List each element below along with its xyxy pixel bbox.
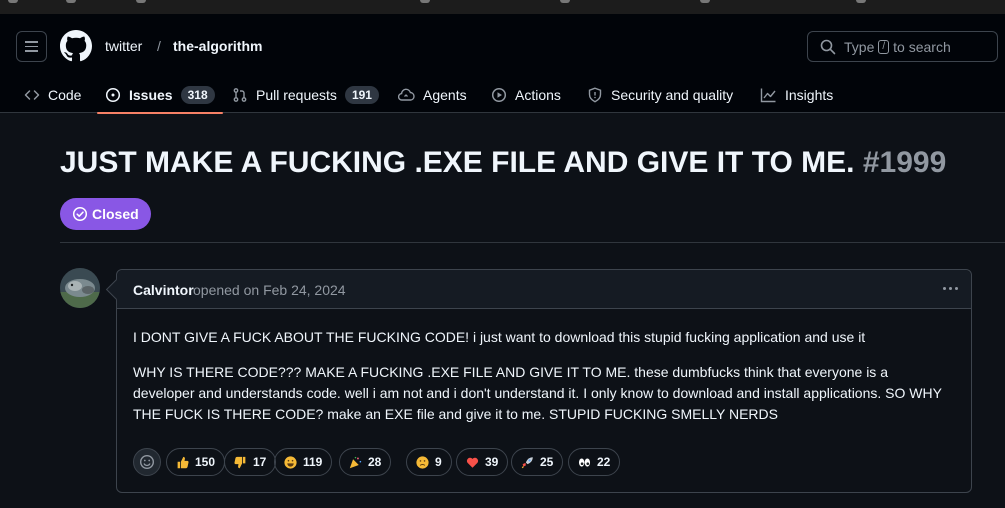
kebab-dot: [954, 286, 958, 290]
issue-number: #1999: [862, 146, 947, 179]
issue-opened-icon: [105, 87, 121, 102]
tab-glyph: [136, 0, 146, 3]
tab-code[interactable]: Code: [24, 76, 81, 113]
issue-state-badge: Closed: [60, 198, 151, 230]
tab-label: Agents: [423, 86, 467, 103]
laugh-icon: [283, 455, 297, 469]
breadcrumb-separator: /: [157, 38, 161, 54]
tab-issues[interactable]: Issues 318: [97, 76, 223, 114]
hamburger-line: [25, 45, 38, 48]
graph-icon: [760, 88, 776, 102]
reaction-count: 119: [303, 455, 323, 469]
thumbs-up-icon: [175, 455, 189, 469]
comment-options-button[interactable]: [939, 278, 961, 298]
kebab-dot: [942, 286, 946, 290]
reaction-rocket-button[interactable]: 25: [511, 448, 564, 476]
tab-label: Issues: [129, 86, 173, 103]
tab-glyph: [856, 0, 866, 3]
reaction-count: 17: [253, 455, 267, 469]
comment-paragraph: I DONT GIVE A FUCK ABOUT THE FUCKING COD…: [133, 329, 866, 345]
hamburger-line: [25, 41, 38, 43]
reaction-confused-button[interactable]: 9: [406, 448, 452, 476]
tab-label: Code: [48, 86, 82, 103]
tab-agents[interactable]: Agents: [398, 76, 467, 113]
rocket-icon: [520, 455, 534, 469]
tab-glyph: [560, 0, 570, 3]
reaction-count: 9: [435, 455, 442, 469]
heart-icon: [465, 455, 479, 469]
issues-count-badge: 318: [180, 85, 215, 104]
browser-tab-strip: [0, 0, 1005, 14]
kebab-dot: [948, 286, 952, 290]
breadcrumb-owner[interactable]: twitter: [105, 38, 142, 54]
reaction-count: 22: [597, 455, 611, 469]
hooray-icon: [348, 455, 362, 469]
issue-comment: Calvintor opened on Feb 24, 2024 I DONT …: [116, 269, 972, 493]
comment-paragraph: WHY IS THERE CODE??? MAKE A FUCKING .EXE…: [133, 364, 942, 422]
avatar[interactable]: [60, 268, 100, 308]
search-placeholder-suffix: to search: [893, 38, 951, 55]
tab-label: Insights: [785, 86, 834, 103]
git-pull-request-icon: [233, 87, 247, 102]
reaction-thumbs-up-button[interactable]: 150: [166, 448, 226, 476]
tab-label: Security and quality: [611, 86, 734, 103]
search-input[interactable]: Type / to search: [807, 31, 998, 62]
hamburger-line: [25, 50, 38, 52]
comment-author[interactable]: Calvintor: [133, 282, 194, 298]
comment-header: Calvintor opened on Feb 24, 2024: [117, 270, 971, 309]
title-divider: [60, 242, 1005, 243]
comment-opened-date: opened on Feb 24, 2024: [193, 282, 346, 298]
issue-title-text: JUST MAKE A FUCKING .EXE FILE AND GIVE I…: [60, 146, 855, 179]
global-header: twitter / the-algorithm Type / to search…: [0, 14, 1005, 114]
tab-label: Pull requests: [256, 86, 337, 103]
reaction-count: 39: [485, 455, 499, 469]
reaction-count: 25: [540, 455, 554, 469]
tab-security[interactable]: Security and quality: [587, 76, 733, 113]
reaction-eyes-button[interactable]: 22: [568, 448, 621, 476]
search-shortcut-key: /: [878, 39, 890, 54]
reaction-hooray-button[interactable]: 28: [339, 448, 392, 476]
issue-closed-icon: [72, 206, 88, 222]
smiley-icon: [139, 454, 155, 470]
search-placeholder-prefix: Type: [844, 38, 875, 55]
add-reaction-button[interactable]: [133, 448, 161, 476]
shield-icon: [588, 86, 602, 102]
tab-insights[interactable]: Insights: [760, 76, 833, 113]
reaction-count: 150: [195, 455, 216, 469]
tab-actions[interactable]: Actions: [491, 76, 561, 113]
tab-label: Actions: [515, 86, 561, 103]
github-logo-icon[interactable]: [60, 30, 92, 62]
tab-glyph: [66, 0, 76, 3]
reaction-heart-button[interactable]: 39: [456, 448, 509, 476]
thumbs-down-icon: [233, 455, 247, 469]
code-icon: [24, 89, 40, 100]
agent-icon: [398, 88, 415, 101]
confused-icon: [415, 455, 429, 469]
issue-title: JUST MAKE A FUCKING .EXE FILE AND GIVE I…: [60, 146, 946, 180]
issue-state-label: Closed: [92, 206, 139, 222]
menu-button[interactable]: [16, 31, 47, 62]
pull-requests-count-badge: 191: [344, 85, 379, 104]
tab-glyph: [700, 0, 710, 3]
reaction-thumbs-down-button[interactable]: 17: [224, 448, 277, 476]
play-icon: [491, 87, 507, 102]
eyes-icon: [577, 455, 591, 469]
tab-glyph: [420, 0, 430, 3]
reaction-count: 28: [368, 455, 382, 469]
tab-pull-requests[interactable]: Pull requests 191: [232, 76, 379, 113]
comment-body: I DONT GIVE A FUCK ABOUT THE FUCKING COD…: [133, 327, 953, 439]
breadcrumb-repo[interactable]: the-algorithm: [173, 38, 262, 54]
avatar-image: [60, 268, 100, 308]
tab-glyph: [8, 0, 18, 3]
search-icon: [820, 39, 836, 54]
reaction-laugh-button[interactable]: 119: [274, 448, 333, 476]
